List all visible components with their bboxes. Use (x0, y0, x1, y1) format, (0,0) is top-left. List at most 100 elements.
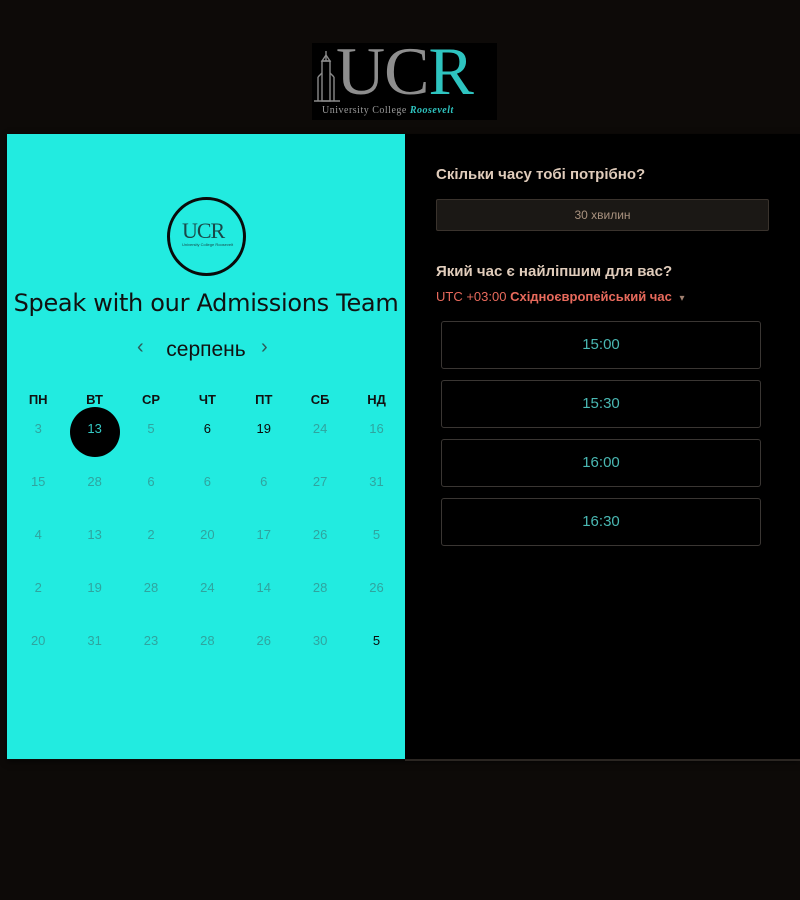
timezone-name: Східноєвропейський час (510, 289, 672, 304)
logo-letter-c: C (384, 43, 429, 109)
time-slot-list: 15:00 15:30 16:00 16:30 (441, 321, 761, 557)
calendar-day: 20 (179, 513, 235, 566)
calendar-day: 28 (66, 460, 122, 513)
logo-subtitle: University College Roosevelt (322, 105, 497, 116)
calendar-day: 4 (10, 513, 66, 566)
calendar-day-number: 15 (30, 474, 46, 489)
calendar-day-number: 6 (260, 474, 268, 489)
calendar-day: 19 (66, 566, 122, 619)
calendar-day-number: 19 (87, 580, 102, 595)
time-slot-button[interactable]: 15:00 (441, 321, 761, 369)
calendar-day-number: 23 (143, 633, 159, 648)
caret-down-icon: ▾ (679, 293, 685, 304)
logo-letter-r: R (428, 43, 473, 109)
calendar-day: 16 (348, 407, 404, 460)
calendar-day: 6 (179, 460, 235, 513)
weekday-label: НД (367, 392, 386, 407)
calendar-day-number: 28 (87, 474, 102, 489)
time-slot-button[interactable]: 15:30 (441, 380, 761, 428)
weekday-label: ВТ (86, 392, 103, 407)
calendar-weeks: 3 13 5 6 19 24 16 15 28 6 6 6 27 31 4 13 2 20 17 26 5 2 19 28 24… (10, 407, 405, 672)
calendar-week-row: 4 13 2 20 17 26 5 (10, 513, 405, 566)
options-pane: Скільки часу тобі потрібно? 30 хвилин Як… (405, 134, 800, 761)
calendar-day: 5 (348, 513, 404, 566)
calendar-day: 23 (123, 619, 179, 672)
calendar-grid: ПН ВТ СР ЧТ ПТ СБ НД 3 13 5 6 19 24 16 15 28 6 6 6 2… (10, 392, 405, 672)
calendar-day: 28 (123, 566, 179, 619)
timezone-selector[interactable]: UTC +03:00 Східноєвропейський час ▾ (436, 289, 684, 304)
event-logo: UCR University College Roosevelt (167, 197, 246, 276)
calendar-day: 14 (236, 566, 292, 619)
logo-sub-plain: University College (322, 105, 407, 116)
calendar-day-number: 6 (147, 474, 155, 489)
calendar-day-number: 14 (256, 580, 271, 595)
calendar-day: 24 (292, 407, 348, 460)
calendar-day: 31 (66, 619, 122, 672)
calendar-day: 2 (123, 513, 179, 566)
calendar-week-row: 2 19 28 24 14 28 26 (10, 566, 405, 619)
duration-question: Скільки часу тобі потрібно? (436, 166, 646, 183)
calendar-day-number: 6 (203, 421, 211, 436)
calendar-day: 20 (10, 619, 66, 672)
weekday-label: ПН (28, 392, 48, 407)
calendar-day-number: 6 (203, 474, 211, 489)
event-logo-text: UCR (182, 218, 225, 243)
month-navigator: ‹ серпень › (7, 336, 405, 364)
calendar-day: 26 (236, 619, 292, 672)
calendar-day-number: 5 (147, 421, 155, 436)
calendar-week-row: 3 13 5 6 19 24 16 (10, 407, 405, 460)
time-slot-button[interactable]: 16:30 (441, 498, 761, 546)
calendar-day-selected[interactable]: 13 (66, 407, 122, 460)
chevron-right-icon[interactable]: › (261, 336, 268, 359)
calendar-day: 30 (292, 619, 348, 672)
calendar-day-number: 17 (256, 527, 271, 542)
weekday-label: СБ (310, 392, 330, 407)
timezone-offset: UTC +03:00 (436, 289, 507, 304)
calendar-day: 28 (179, 619, 235, 672)
calendar-day-number: 26 (256, 633, 271, 648)
weekday-label: СР (141, 392, 160, 407)
calendar-day-number: 20 (30, 633, 46, 648)
calendar-day[interactable]: 5 (348, 619, 404, 672)
calendar-day: 17 (236, 513, 292, 566)
calendar-day: 24 (179, 566, 235, 619)
calendar-day: 5 (123, 407, 179, 460)
calendar-day-number: 24 (312, 421, 328, 436)
calendar-day[interactable]: 6 (179, 407, 235, 460)
calendar-day-number: 5 (372, 633, 381, 648)
calendar-day-number: 28 (200, 633, 215, 648)
ucr-header-logo: UCR University College Roosevelt (312, 43, 497, 120)
calendar-day: 28 (292, 566, 348, 619)
event-title: Speak with our Admissions Team (13, 289, 399, 317)
booking-widget: UCR University College Roosevelt Speak w… (7, 134, 800, 761)
calendar-day-number: 3 (34, 421, 42, 436)
calendar-day: 26 (292, 513, 348, 566)
calendar-day: 26 (348, 566, 404, 619)
calendar-day-number: 4 (34, 527, 42, 542)
calendar-day-number: 2 (147, 527, 155, 542)
calendar-day: 2 (10, 566, 66, 619)
calendar-day-number: 28 (312, 580, 328, 595)
duration-select[interactable]: 30 хвилин (436, 199, 769, 231)
calendar-day-number: 13 (87, 421, 102, 436)
time-question: Який час є найліпшим для вас? (436, 263, 673, 280)
time-slot-button[interactable]: 16:00 (441, 439, 761, 487)
calendar-week-row: 15 28 6 6 6 27 31 (10, 460, 405, 513)
weekday-label: ПТ (255, 392, 273, 407)
logo-letter-u: U (336, 43, 385, 109)
calendar-pane: UCR University College Roosevelt Speak w… (7, 134, 405, 759)
calendar-day-number: 16 (369, 421, 384, 436)
calendar-day-number: 31 (87, 633, 102, 648)
current-month: серпень (166, 338, 246, 361)
calendar-day-number: 28 (143, 580, 159, 595)
calendar-day[interactable]: 19 (236, 407, 292, 460)
calendar-day: 6 (236, 460, 292, 513)
logo-sub-accent: Roosevelt (409, 105, 454, 116)
calendar-day-number: 2 (34, 580, 42, 595)
calendar-day: 6 (123, 460, 179, 513)
calendar-day-number: 26 (312, 527, 328, 542)
calendar-day-number: 5 (372, 527, 381, 542)
calendar-day: 3 (10, 407, 66, 460)
calendar-day-number: 26 (369, 580, 384, 595)
calendar-day-number: 19 (256, 421, 271, 436)
